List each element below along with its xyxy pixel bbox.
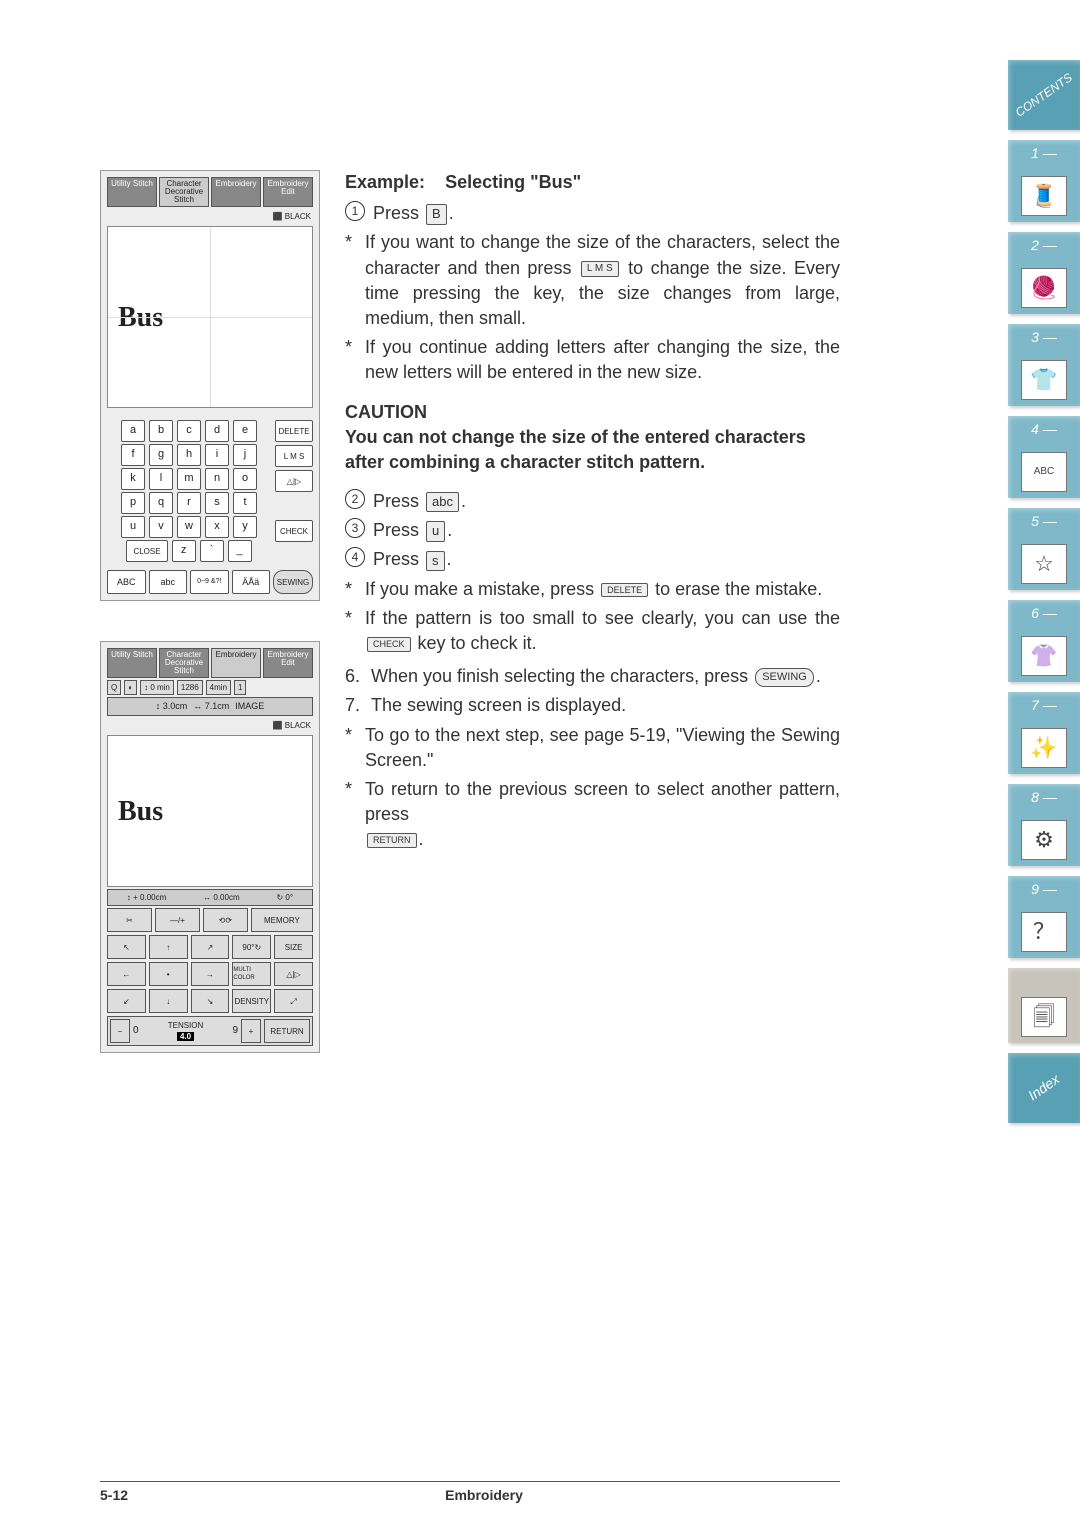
- thread-spool-icon: 🧶: [1021, 268, 1067, 308]
- step-7-text: The sewing screen is displayed.: [371, 693, 626, 718]
- tab-blank[interactable]: 🗐: [1008, 968, 1080, 1043]
- machine-icon: ⚙: [1021, 820, 1067, 860]
- preview-area-2: Bus: [107, 735, 313, 887]
- tab-char: Character Decorative Stitch: [159, 177, 209, 207]
- stitch-count: 1286: [177, 680, 203, 695]
- side-chapter-tabs: CONTENTS 1 —🧵 2 —🧶 3 —👕 4 —ABC 5 —☆ 6 —👚…: [1008, 60, 1080, 1123]
- key-delete-inline: DELETE: [601, 583, 648, 598]
- step-number-7: 7.: [345, 693, 363, 718]
- section-title: Embroidery: [445, 1486, 523, 1506]
- step-number-2: 2: [345, 489, 365, 509]
- multicolor-button: MULTI COLOR: [232, 962, 271, 986]
- note-continue-letters: If you continue adding letters after cha…: [365, 335, 840, 385]
- note-goto-next: To go to the next step, see page 5-19, "…: [365, 723, 840, 773]
- note-size-change: If you want to change the size of the ch…: [365, 230, 840, 331]
- key-b: b: [149, 420, 173, 442]
- example-heading: Example: Selecting "Bus": [345, 170, 840, 195]
- key-return-inline: RETURN: [367, 833, 417, 848]
- note-check: If the pattern is too small to see clear…: [365, 606, 840, 656]
- rotation: 0°: [285, 893, 293, 902]
- tab-ch9[interactable]: 9 —？: [1008, 876, 1080, 958]
- step-number-4: 4: [345, 547, 365, 567]
- memory-button: MEMORY: [251, 908, 313, 932]
- return-button: RETURN: [264, 1019, 310, 1043]
- step-number-3: 3: [345, 518, 365, 538]
- help-machine-icon: ？: [1021, 912, 1067, 952]
- pos-y: 0.00cm: [140, 893, 166, 902]
- size-button: SIZE: [274, 935, 313, 959]
- tension-value: 4.0: [177, 1032, 194, 1041]
- btm-num: 0~9 &?!: [190, 570, 229, 594]
- tab-ch2[interactable]: 2 —🧶: [1008, 232, 1080, 314]
- tab-ch5[interactable]: 5 —☆: [1008, 508, 1080, 590]
- note-return: To return to the previous screen to sele…: [365, 777, 840, 853]
- key-check-inline: CHECK: [367, 637, 411, 652]
- side-lms: L M S: [275, 445, 313, 467]
- density-button: DENSITY: [232, 989, 271, 1013]
- dim-width: 7.1cm: [205, 701, 230, 711]
- key-B-inline: B: [426, 204, 447, 224]
- abc-icon: ABC: [1021, 452, 1067, 492]
- note-mistake: If you make a mistake, press DELETE to e…: [365, 577, 822, 602]
- key-abc-inline: abc: [426, 492, 459, 512]
- tab-ch8[interactable]: 8 —⚙: [1008, 784, 1080, 866]
- btm-ABC: ABC: [107, 570, 146, 594]
- tab-ch7[interactable]: 7 —✨: [1008, 692, 1080, 774]
- tab-utility: Utility Stitch: [107, 177, 157, 207]
- tab-ch1[interactable]: 1 —🧵: [1008, 140, 1080, 222]
- caution-block: CAUTION You can not change the size of t…: [345, 400, 840, 476]
- embellish-shirt-icon: ✨: [1021, 728, 1067, 768]
- tension-label: TENSION: [168, 1021, 204, 1030]
- page-number: 5-12: [100, 1486, 128, 1506]
- step-number-6: 6.: [345, 664, 363, 689]
- side-delete: DELETE: [275, 420, 313, 442]
- star-frame-icon: ☆: [1021, 544, 1067, 584]
- time-est: 4min: [206, 680, 231, 695]
- page-footer: 5-12 Embroidery: [100, 1481, 840, 1506]
- tab-index[interactable]: Index: [1008, 1053, 1080, 1123]
- side-check: CHECK: [275, 520, 313, 542]
- key-lms-inline: L M S: [581, 261, 619, 277]
- key-s-inline: s: [426, 551, 445, 571]
- letter-keypad: abcde fghij klmno pqrst uvwxy CLOSE z ` …: [107, 420, 271, 562]
- btm-sewing: SEWING: [273, 570, 313, 594]
- key-d: d: [205, 420, 229, 442]
- tab-ch6[interactable]: 6 —👚: [1008, 600, 1080, 682]
- shirt-icon: 👕: [1021, 360, 1067, 400]
- image-button: IMAGE: [235, 700, 264, 713]
- key-c: c: [177, 420, 201, 442]
- key-sewing-inline: SEWING: [755, 668, 814, 687]
- key-e: e: [233, 420, 257, 442]
- color-label: BLACK: [285, 212, 311, 221]
- side-mirror: △|▷: [275, 470, 313, 492]
- key-u-inline: u: [426, 521, 445, 541]
- btm-abc: abc: [149, 570, 188, 594]
- tab-embroidery: Embroidery: [211, 177, 261, 207]
- device-screenshot-2: Utility Stitch Character Decorative Stit…: [100, 641, 320, 1053]
- bullet-star: *: [345, 230, 357, 331]
- tab-ch4[interactable]: 4 —ABC: [1008, 416, 1080, 498]
- dim-height: 3.0cm: [163, 701, 188, 711]
- close-key: CLOSE: [126, 540, 167, 562]
- sewing-machine-icon: 🧵: [1021, 176, 1067, 216]
- preview-area: Bus: [107, 226, 313, 408]
- btm-accent: ÄÅä: [232, 570, 271, 594]
- tab-embedit: Embroidery Edit: [263, 177, 313, 207]
- tab-contents[interactable]: CONTENTS: [1008, 60, 1080, 130]
- key-a: a: [121, 420, 145, 442]
- device-screenshot-1: Utility Stitch Character Decorative Stit…: [100, 170, 320, 601]
- pos-x: 0.00cm: [213, 893, 239, 902]
- pages-icon: 🗐: [1021, 997, 1067, 1037]
- tab-ch3[interactable]: 3 —👕: [1008, 324, 1080, 406]
- step-1-text: Press B.: [373, 201, 454, 226]
- design-shirt-icon: 👚: [1021, 636, 1067, 676]
- step-number-1: 1: [345, 201, 365, 221]
